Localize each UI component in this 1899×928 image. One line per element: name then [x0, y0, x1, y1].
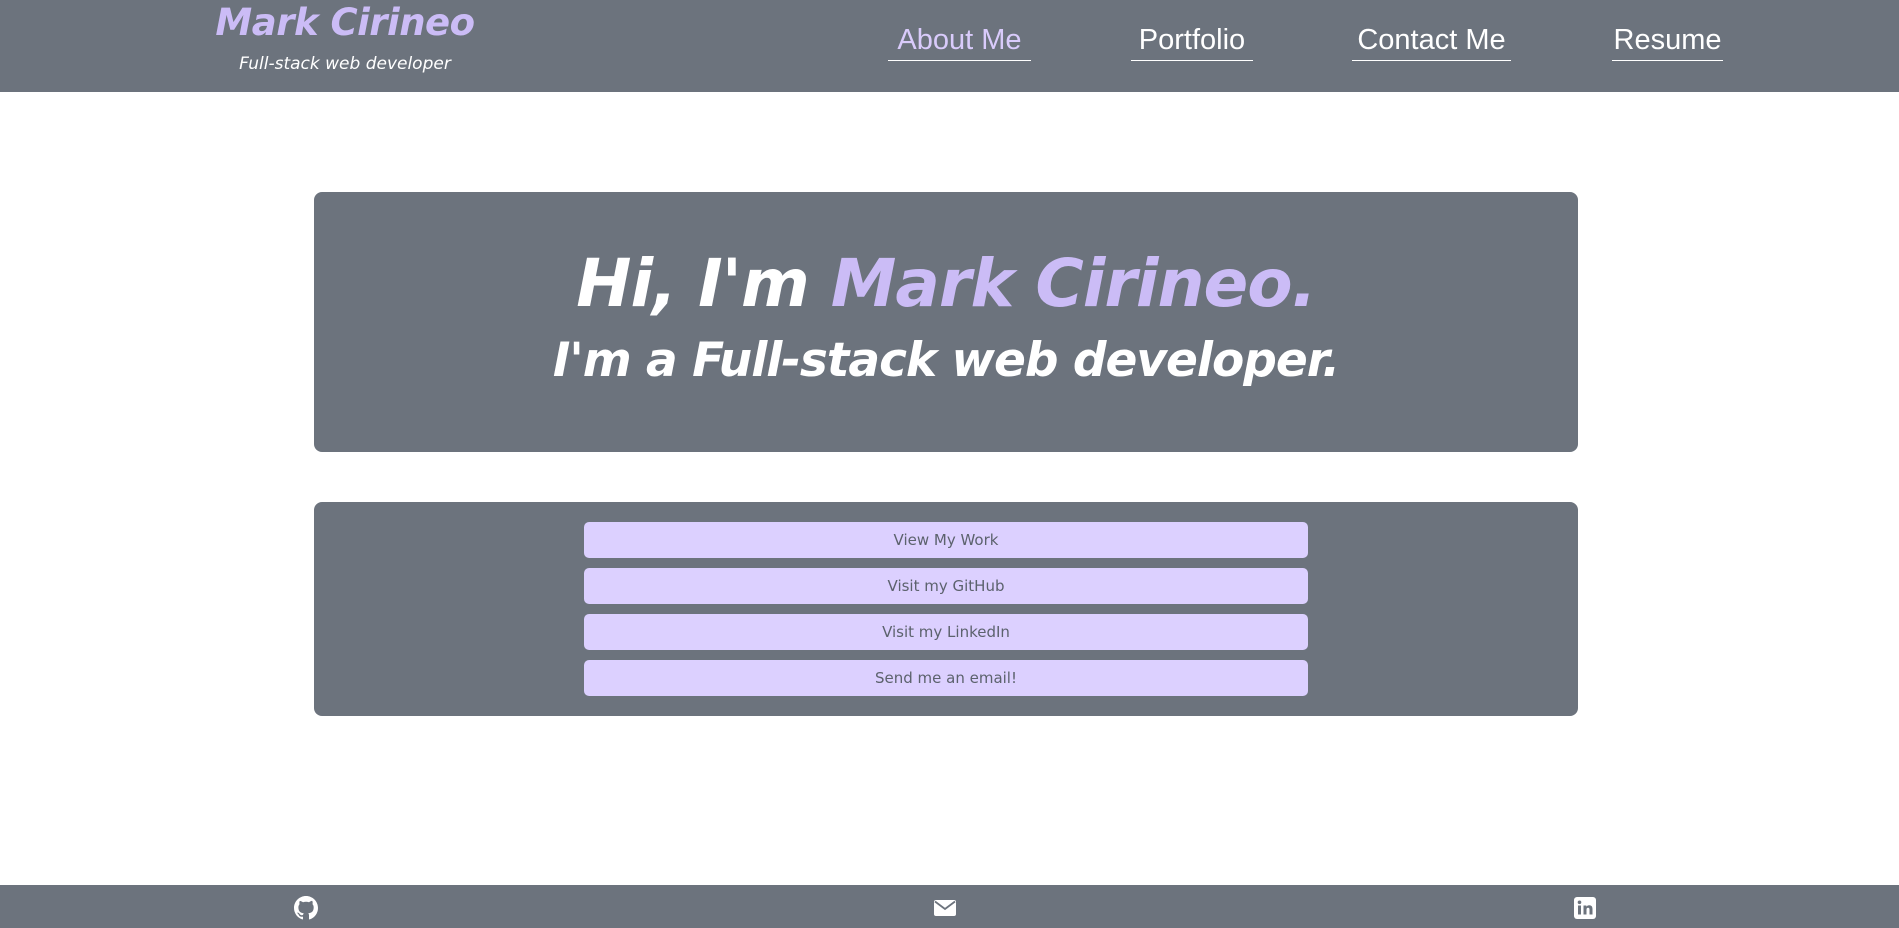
linkedin-icon[interactable]	[1573, 896, 1597, 920]
hero-subtitle: I'm a Full-stack web developer.	[552, 333, 1340, 388]
send-email-button[interactable]: Send me an email!	[584, 660, 1308, 696]
brand-tagline: Full-stack web developer	[239, 54, 451, 74]
visit-github-button[interactable]: Visit my GitHub	[584, 568, 1308, 604]
site-header: Mark Cirineo Full-stack web developer Ab…	[0, 0, 1899, 92]
visit-linkedin-button[interactable]: Visit my LinkedIn	[584, 614, 1308, 650]
hero-greeting-text: Hi, I'm	[576, 245, 831, 322]
nav-about-me[interactable]: About Me	[888, 22, 1031, 61]
nav-resume[interactable]: Resume	[1612, 22, 1723, 61]
actions-panel: View My Work Visit my GitHub Visit my Li…	[314, 502, 1578, 716]
hero-greeting: Hi, I'm Mark Cirineo.	[314, 247, 1578, 321]
site-footer	[0, 885, 1899, 928]
nav-contact-me[interactable]: Contact Me	[1352, 22, 1511, 61]
envelope-icon[interactable]	[933, 896, 957, 920]
hero-name: Mark Cirineo.	[830, 245, 1317, 322]
brand: Mark Cirineo Full-stack web developer	[205, 0, 485, 75]
github-icon[interactable]	[294, 896, 318, 920]
view-my-work-button[interactable]: View My Work	[584, 522, 1308, 558]
hero-panel: Hi, I'm Mark Cirineo. I'm a Full-stack w…	[314, 192, 1578, 452]
brand-name[interactable]: Mark Cirineo	[205, 2, 485, 44]
nav-portfolio[interactable]: Portfolio	[1131, 22, 1253, 61]
